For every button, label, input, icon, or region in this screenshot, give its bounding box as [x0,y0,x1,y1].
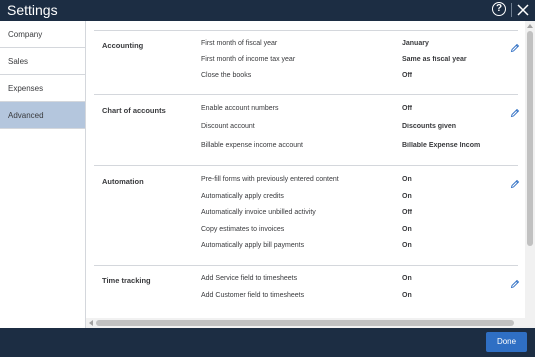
section-title: Time tracking [102,276,151,285]
close-icon[interactable] [516,3,530,17]
pencil-icon[interactable] [510,176,520,189]
pencil-icon[interactable] [510,40,520,53]
setting-label: Enable account numbers [201,105,279,112]
setting-value: On [402,176,412,183]
sidebar-item-label: Advanced [8,111,44,120]
settings-sidebar: Company Sales Expenses Advanced [0,21,86,328]
setting-label: Add Customer field to timesheets [201,292,305,299]
setting-label: Billable expense income account [201,142,303,149]
settings-dialog: Settings ? Company Sales Expenses Advanc… [0,0,535,357]
setting-value: On [402,226,412,233]
horizontal-scroll-thumb[interactable] [96,320,514,326]
section-chart-of-accounts[interactable]: Chart of accounts Enable account numbers… [94,94,520,164]
setting-label: Pre-fill forms with previously entered c… [201,176,339,183]
vertical-scrollbar[interactable] [525,21,535,328]
sidebar-item-expenses[interactable]: Expenses [0,75,85,102]
sidebar-item-label: Sales [8,57,29,66]
setting-label: Automatically apply bill payments [201,242,305,249]
horizontal-scrollbar[interactable] [86,318,525,328]
setting-value: Same as fiscal year [402,56,467,63]
setting-label: Automatically invoice unbilled activity [201,209,316,216]
sidebar-item-sales[interactable]: Sales [0,48,85,75]
setting-label: Add Service field to timesheets [201,275,298,282]
setting-value: On [402,292,412,299]
dialog-footer: Done [0,328,535,357]
setting-label: Discount account [201,123,255,130]
section-accounting[interactable]: Accounting First month of fiscal year Ja… [94,30,520,100]
setting-label: Copy estimates to invoices [201,226,285,233]
sidebar-item-company[interactable]: Company [0,21,85,48]
title-bar: Settings ? [0,0,535,21]
setting-value: Off [402,105,413,112]
scroll-left-arrow-icon[interactable] [89,320,93,326]
setting-value: Off [402,72,413,79]
dialog-title: Settings [7,2,58,18]
help-icon[interactable]: ? [492,2,506,16]
setting-value: Off [402,209,413,216]
pencil-icon[interactable] [510,105,520,118]
setting-label: Close the books [201,72,252,79]
vertical-scroll-thumb[interactable] [527,31,533,246]
done-button[interactable]: Done [486,332,527,352]
settings-content: Accounting First month of fiscal year Ja… [86,21,535,328]
section-title: Accounting [102,41,144,50]
sidebar-item-label: Expenses [8,84,44,93]
setting-label: First month of fiscal year [201,40,278,47]
setting-label: First month of income tax year [201,56,296,63]
section-title: Automation [102,177,144,186]
setting-value: On [402,242,412,249]
pencil-icon[interactable] [510,276,520,289]
setting-value: Discounts given [402,123,457,130]
sidebar-item-advanced[interactable]: Advanced [0,102,85,129]
setting-value: Billable Expense Income [402,142,480,149]
titlebar-divider [511,3,512,17]
setting-value: On [402,193,412,200]
scroll-up-arrow-icon[interactable] [527,24,533,28]
setting-value: On [402,275,412,282]
sidebar-item-label: Company [8,30,43,39]
section-time-tracking[interactable]: Time tracking Add Service field to times… [94,265,520,325]
section-title: Chart of accounts [102,106,166,115]
section-automation[interactable]: Automation Pre-fill forms with previousl… [94,165,520,265]
setting-value: January [402,40,429,47]
setting-label: Automatically apply credits [201,193,284,200]
